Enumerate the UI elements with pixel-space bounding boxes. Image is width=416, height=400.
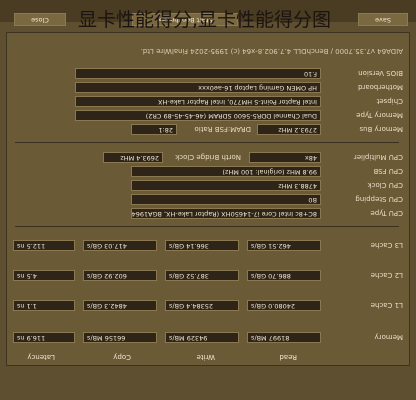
memory-write: 94329 MB/s bbox=[165, 332, 239, 343]
mem-bus-value: 2793.2 MHz bbox=[257, 124, 321, 135]
title-overlay: 显卡性能得分,显卡性能得分图 bbox=[78, 9, 332, 31]
cpu-mult-value: 48x bbox=[249, 152, 321, 163]
mobo-value: HP OMEN Gaming Laptop 16-ae0xxx bbox=[75, 82, 321, 93]
row-label-l3: L3 Cache bbox=[370, 241, 403, 249]
benchmark-window: Read Write Copy Latency Memory 81997 MB/… bbox=[0, 0, 416, 400]
l2-write: 387.52 GB/s bbox=[165, 270, 239, 281]
l3-latency: 112.5 ns bbox=[13, 240, 75, 251]
l3-write: 366.14 GB/s bbox=[165, 240, 239, 251]
memory-copy: 66156 MB/s bbox=[83, 332, 157, 343]
divider bbox=[15, 226, 399, 227]
chipset-value: Intel Raptor Point-S HM770, Intel Raptor… bbox=[75, 96, 321, 107]
mem-bus-label: Memory Bus bbox=[359, 125, 403, 133]
memory-latency: 116.9 ns bbox=[13, 332, 75, 343]
results-panel: Read Write Copy Latency Memory 81997 MB/… bbox=[6, 32, 410, 366]
mem-type-value: Dual Channel DDR5-5600 SDRAM (46-45-45-8… bbox=[75, 110, 321, 121]
cpu-stepping-label: CPU Stepping bbox=[355, 195, 403, 203]
cpu-fsb-label: CPU FSB bbox=[373, 167, 403, 175]
bios-value: F.10 bbox=[75, 68, 321, 79]
cpu-type-value: 8C+8c Intel Core i7-14650HX (Raptor Lake… bbox=[131, 208, 321, 219]
memory-read: 81997 MB/s bbox=[247, 332, 321, 343]
chipset-label: Chipset bbox=[376, 97, 403, 105]
l2-read: 886.70 GB/s bbox=[247, 270, 321, 281]
nb-clock-label: North Bridge Clock bbox=[175, 153, 241, 161]
header-copy: Copy bbox=[113, 353, 131, 361]
cpu-clock-value: 4788.3 MHz bbox=[131, 180, 321, 191]
save-button[interactable]: Save bbox=[358, 13, 408, 26]
cpu-fsb-value: 99.8 MHz (original: 100 MHz) bbox=[131, 166, 321, 177]
l2-latency: 4.5 ns bbox=[13, 270, 75, 281]
row-label-l2: L2 Cache bbox=[370, 271, 403, 279]
dram-ratio-label: DRAM:FSB Ratio bbox=[194, 125, 251, 133]
divider-2 bbox=[15, 142, 399, 143]
cpu-mult-label: CPU Multiplier bbox=[353, 153, 403, 161]
mobo-label: Motherboard bbox=[358, 83, 403, 91]
row-label-memory: Memory bbox=[374, 333, 403, 341]
cpu-type-label: CPU Type bbox=[370, 209, 403, 217]
cpu-clock-label: CPU Clock bbox=[367, 181, 403, 189]
header-write: Write bbox=[196, 353, 215, 361]
l1-latency: 1.1 ns bbox=[13, 300, 75, 311]
header-latency: Latency bbox=[27, 353, 55, 361]
row-label-l1: L1 Cache bbox=[370, 301, 403, 309]
l2-copy: 602.92 GB/s bbox=[83, 270, 157, 281]
l1-copy: 4842.3 GB/s bbox=[83, 300, 157, 311]
header-read: Read bbox=[279, 353, 297, 361]
rotated-content: Read Write Copy Latency Memory 81997 MB/… bbox=[0, 0, 416, 400]
mem-type-label: Memory Type bbox=[356, 111, 403, 119]
footer-copyright: AIDA64 v7.35.7000 / BenchDLL 4.7.902.8-x… bbox=[140, 47, 403, 55]
dram-ratio-value: 28:1 bbox=[131, 124, 177, 135]
l3-read: 462.51 GB/s bbox=[247, 240, 321, 251]
cpu-stepping-value: B0 bbox=[131, 194, 321, 205]
l1-write: 25384.4 GB/s bbox=[165, 300, 239, 311]
l1-read: 24080.0 GB/s bbox=[247, 300, 321, 311]
bios-label: BIOS Version bbox=[358, 69, 403, 77]
l3-copy: 417.03 GB/s bbox=[83, 240, 157, 251]
close-button[interactable]: Close bbox=[14, 13, 66, 26]
nb-clock-value: 2693.4 MHz bbox=[103, 152, 163, 163]
